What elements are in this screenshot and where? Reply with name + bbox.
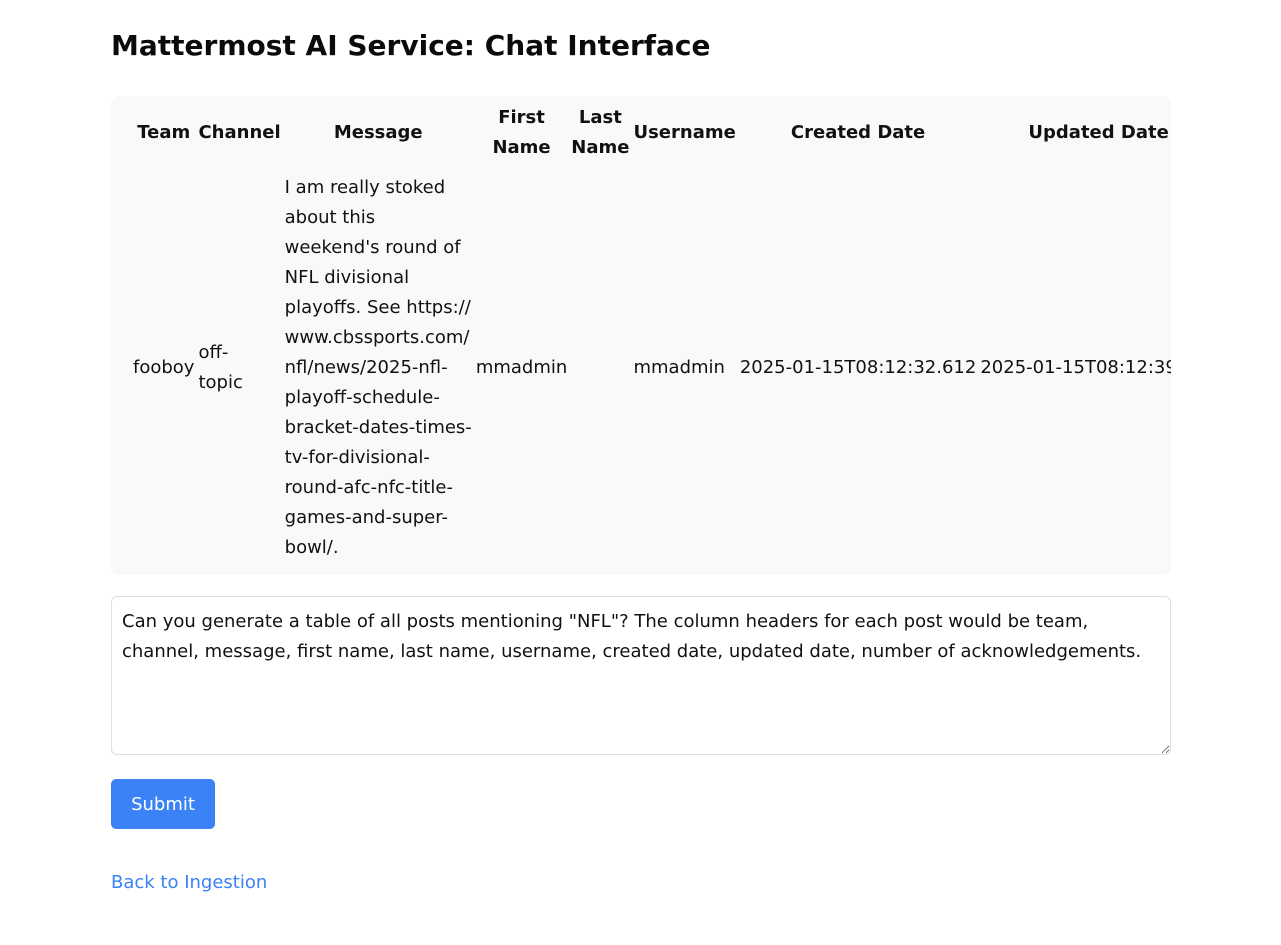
message-line: weekend's round of: [284, 237, 461, 258]
cell-channel-line1: off-: [198, 342, 229, 363]
message-line: bowl/.: [284, 537, 339, 558]
message-line: round-afc-nfc-title-: [284, 477, 453, 498]
cell-message: I am really stoked about this weekend's …: [283, 164, 474, 572]
table-row: fooboy off- topic I am really stoked abo…: [131, 164, 1171, 572]
message-line: I am really stoked: [284, 177, 446, 198]
header-first-name-line1: First: [498, 107, 545, 128]
results-table-panel: Team Channel Message First Name Last Nam…: [111, 96, 1171, 575]
page-title: Mattermost AI Service: Chat Interface: [111, 29, 711, 62]
message-line: NFL divisional: [284, 267, 410, 288]
cell-channel: off- topic: [196, 164, 282, 572]
cell-username: mmadmin: [633, 357, 725, 378]
header-username: Username: [633, 122, 736, 143]
cell-first-name: mmadmin: [475, 357, 568, 378]
prompt-textarea[interactable]: Can you generate a table of all posts me…: [111, 596, 1171, 755]
cell-created-date: 2025-01-15T08:12:32.612: [739, 357, 977, 378]
header-updated-date: Updated Date: [1028, 122, 1169, 143]
message-line: tv-for-divisional-: [284, 447, 430, 468]
back-to-ingestion-link[interactable]: Back to Ingestion: [111, 868, 267, 898]
header-last-name: Last Name: [569, 102, 631, 164]
cell-channel-line2: topic: [198, 372, 243, 393]
submit-button[interactable]: Submit: [111, 779, 215, 829]
table-header-row: Team Channel Message First Name Last Nam…: [131, 102, 1171, 164]
header-last-name-line1: Last: [578, 107, 622, 128]
results-table: Team Channel Message First Name Last Nam…: [131, 102, 1171, 572]
header-last-name-line2: Name: [571, 137, 630, 158]
message-line: playoffs. See https://: [284, 297, 471, 318]
header-channel: Channel: [198, 122, 281, 143]
message-line: games-and-super-: [284, 507, 448, 528]
message-line: nfl/news/2025-nfl-: [284, 357, 448, 378]
message-line: about this: [284, 207, 376, 228]
cell-team: fooboy: [133, 357, 195, 378]
cell-updated-date: 2025-01-15T08:12:39.129: [980, 357, 1171, 378]
header-message: Message: [333, 122, 423, 143]
cell-last-name: [569, 164, 631, 572]
header-first-name: First Name: [474, 102, 569, 164]
header-team: Team: [137, 122, 191, 143]
message-line: playoff-schedule-: [284, 387, 440, 408]
message-line: www.cbssports.com/: [284, 327, 470, 348]
header-created-date: Created Date: [790, 122, 926, 143]
header-first-name-line2: Name: [492, 137, 551, 158]
message-line: bracket-dates-times-: [284, 417, 472, 438]
